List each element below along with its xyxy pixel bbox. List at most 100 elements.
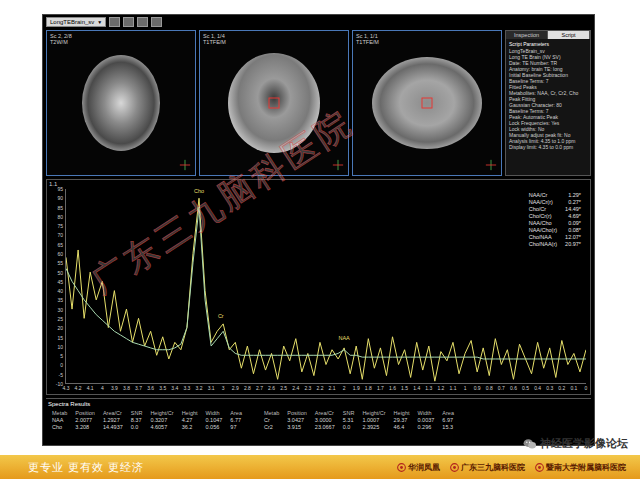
ratio-row: Cho/Cr(r)4.69* <box>529 213 581 220</box>
x-tick: 3.8 <box>123 386 130 391</box>
parameter-line: Anatomy: brain TE: long <box>509 66 587 72</box>
y-tick: -5 <box>59 372 63 377</box>
y-tick: 25 <box>57 316 63 321</box>
y-axis: 95908580757065605550454035302520151050-5… <box>49 189 65 384</box>
y-tick: 35 <box>57 298 63 303</box>
voxel-roi[interactable] <box>269 98 280 109</box>
mr-image <box>82 55 160 151</box>
x-tick: 3.7 <box>135 386 142 391</box>
parameter-line: Peak: Automatic Peak <box>509 114 587 120</box>
y-tick: -10 <box>56 382 63 387</box>
peak-label: NAA <box>338 336 349 343</box>
y-tick: 65 <box>57 242 63 247</box>
x-tick: 2.8 <box>244 386 251 391</box>
x-tick: 4.1 <box>87 386 94 391</box>
x-tick: 0.6 <box>510 386 517 391</box>
script-parameters: Script ParametersLongTeBrain_svLong TE B… <box>506 39 590 152</box>
spectrum-label: 1.1 <box>49 181 586 189</box>
x-tick: 0.8 <box>486 386 493 391</box>
x-tick: 1.3 <box>425 386 432 391</box>
parameter-line: Gaussian Character: 80 <box>509 102 587 108</box>
parameter-line: Baseline Terms: 7 <box>509 108 587 114</box>
orientation-icon <box>179 159 191 171</box>
tool-button[interactable] <box>109 17 120 27</box>
x-tick: 2.9 <box>232 386 239 391</box>
x-tick: 1.4 <box>413 386 420 391</box>
parameter-line: Lock widths: No <box>509 126 587 132</box>
x-tick: 0.9 <box>474 386 481 391</box>
table-row: Cr23.91523.06670.02.392546.40.29615.3 <box>260 424 458 431</box>
x-tick: 2.3 <box>304 386 311 391</box>
y-tick: 85 <box>57 205 63 210</box>
x-tick: 0.2 <box>558 386 565 391</box>
tool-button[interactable] <box>123 17 134 27</box>
emblem-icon <box>535 463 544 472</box>
table-row: Cr3.04273.00005.311.000729.370.00376.97 <box>260 417 458 424</box>
y-tick: 5 <box>60 354 63 359</box>
parameter-line: Baseline Terms: 7 <box>509 78 587 84</box>
x-tick: 0.5 <box>522 386 529 391</box>
orientation-icon <box>332 159 344 171</box>
y-tick: 70 <box>57 233 63 238</box>
emblem-icon <box>450 463 459 472</box>
x-tick: 1.7 <box>377 386 384 391</box>
y-tick: 80 <box>57 214 63 219</box>
x-tick: 2 <box>343 386 346 391</box>
tool-button[interactable] <box>137 17 148 27</box>
hospital-logo: 暨南大学附属脑科医院 <box>535 462 626 473</box>
y-tick: 40 <box>57 289 63 294</box>
x-tick: 3.1 <box>208 386 215 391</box>
y-tick: 90 <box>57 196 63 201</box>
x-tick: 3.5 <box>159 386 166 391</box>
x-tick: 4.2 <box>75 386 82 391</box>
x-tick: 0.3 <box>546 386 553 391</box>
hospital-logo: 广东三九脑科医院 <box>450 462 525 473</box>
parameter-line: Analysis limit: 4.35 to 1.0 ppm <box>509 138 587 144</box>
ratio-row: NAA/Cr(r)0.27* <box>529 199 581 206</box>
hospital-logo: 华润凤凰 <box>397 462 440 473</box>
x-tick: 0 <box>585 386 588 391</box>
voxel-roi[interactable] <box>422 98 433 109</box>
wechat-tag: 神经医学影像论坛 <box>523 436 628 451</box>
tab[interactable]: Inspection <box>506 31 548 39</box>
y-tick: 55 <box>57 261 63 266</box>
parameter-line: Manually adjust peak fit: No <box>509 132 587 138</box>
tool-button[interactable] <box>151 17 162 27</box>
parameter-line: Fitted Peaks <box>509 84 587 90</box>
parameter-line: Date: TE Number: TR <box>509 60 587 66</box>
protocol-dropdown[interactable]: LongTEBrain_sv▼ <box>46 17 106 27</box>
table-row: NAA2.00771.29278.370.32074.270.10476.77 <box>48 417 246 424</box>
y-tick: 95 <box>57 187 63 192</box>
tab[interactable]: Script <box>548 31 590 39</box>
image-viewport[interactable]: Sc 1, 1/1T1TFE/M <box>352 30 502 176</box>
parameter-line: Initial Baseline Subtraction <box>509 72 587 78</box>
y-tick: 20 <box>57 326 63 331</box>
footer-bar: 更专业 更有效 更经济 华润凤凰广东三九脑科医院暨南大学附属脑科医院 <box>0 455 640 479</box>
ratio-row: Cho/NAA12.07* <box>529 234 581 241</box>
slogan: 更专业 更有效 更经济 <box>28 460 144 475</box>
y-tick: 30 <box>57 307 63 312</box>
y-tick: 45 <box>57 279 63 284</box>
x-tick: 0.7 <box>498 386 505 391</box>
spectrum-plot[interactable]: ChoCrNAANAA/Cr1.29*NAA/Cr(r)0.27*Cho/Cr1… <box>65 189 586 384</box>
parameter-line: Lock Frequencies: Yes <box>509 120 587 126</box>
x-tick: 1.5 <box>401 386 408 391</box>
y-tick: 75 <box>57 224 63 229</box>
x-tick: 1.8 <box>365 386 372 391</box>
x-tick: 3.6 <box>147 386 154 391</box>
ratio-row: NAA/Cho(r)0.08* <box>529 227 581 234</box>
ratio-box: NAA/Cr1.29*NAA/Cr(r)0.27*Cho/Cr14.49*Cho… <box>527 191 583 249</box>
viewport-label: Sc 1, 1/4T1TFE/M <box>203 33 226 46</box>
y-tick: 15 <box>57 335 63 340</box>
parameter-line: Long TE Brain (NV SV) <box>509 54 587 60</box>
x-tick: 2.5 <box>280 386 287 391</box>
y-tick: 0 <box>60 363 63 368</box>
emblem-icon <box>397 463 406 472</box>
parameter-line: Metabolites: NAA, Cr, Cr2, Cho <box>509 90 587 96</box>
ratio-row: NAA/Cr1.29* <box>529 192 581 199</box>
x-tick: 1.1 <box>449 386 456 391</box>
x-tick: 1.9 <box>353 386 360 391</box>
x-axis: 4.34.24.143.93.83.73.63.53.43.33.23.132.… <box>66 384 586 393</box>
image-viewport[interactable]: Sc 2, 2/8T2W/M <box>46 30 196 176</box>
dropdown-arrow-icon: ▼ <box>97 19 102 25</box>
